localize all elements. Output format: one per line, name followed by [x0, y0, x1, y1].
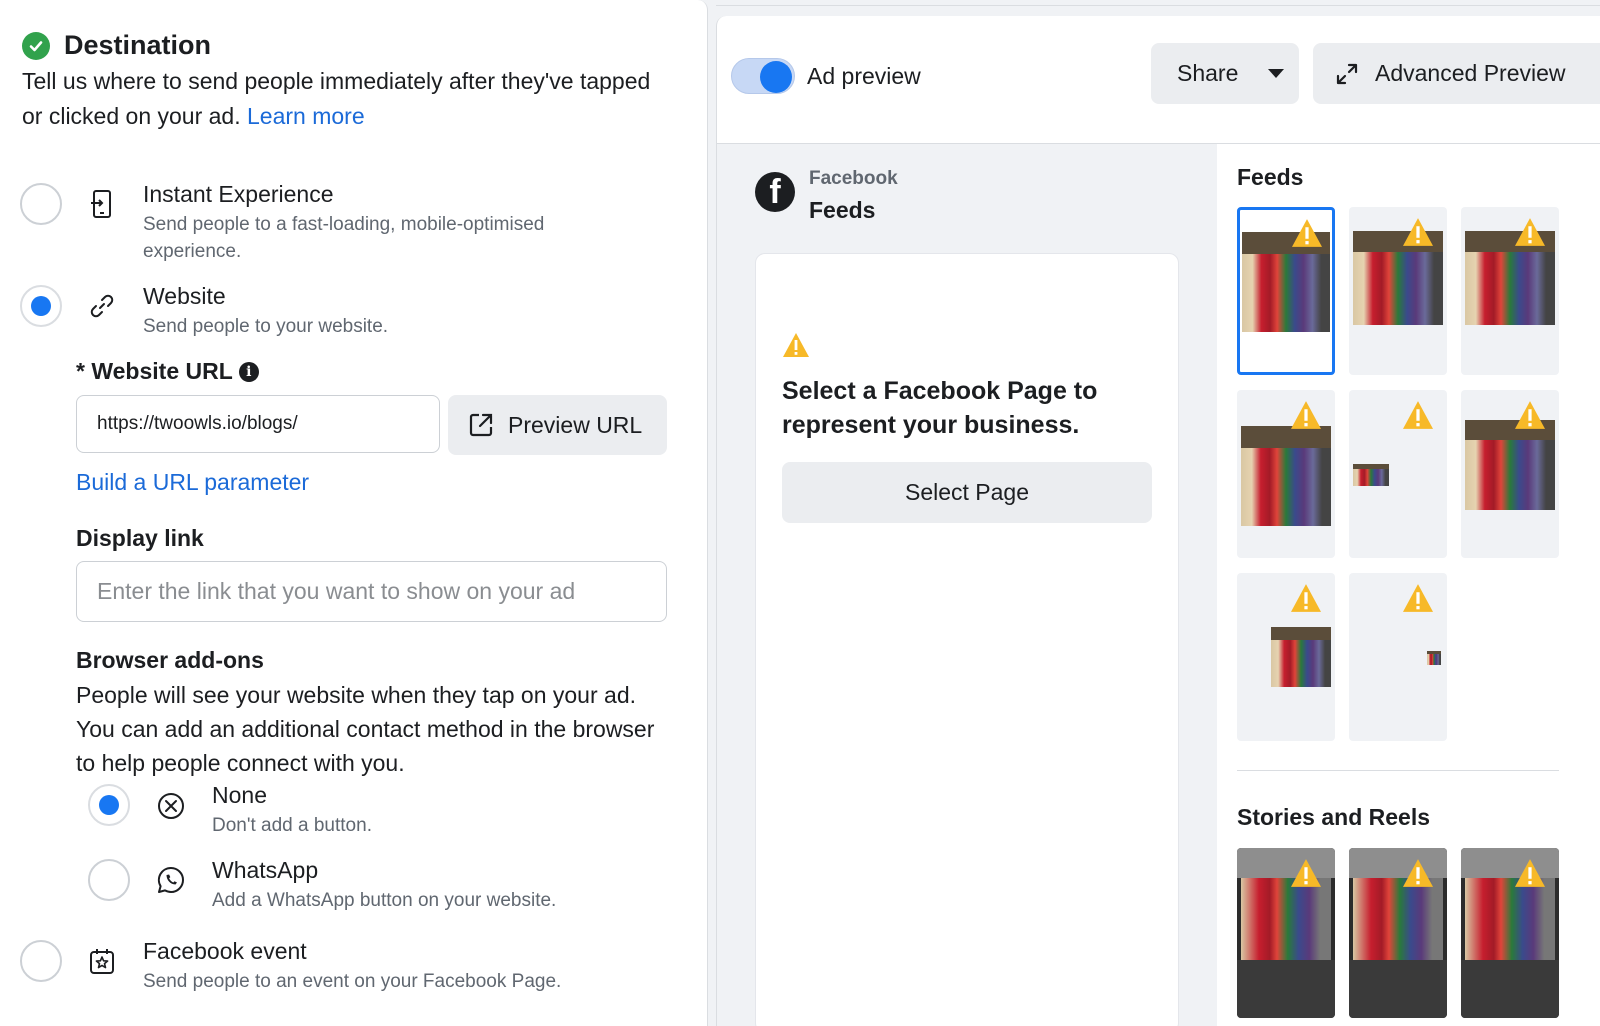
placement-thumbnail[interactable]	[1349, 390, 1447, 558]
warning-icon	[1515, 859, 1545, 887]
learn-more-link[interactable]: Learn more	[247, 103, 365, 129]
placement-thumbnail[interactable]	[1237, 207, 1335, 375]
placement-thumbnail[interactable]	[1461, 390, 1559, 558]
build-url-parameter-link[interactable]: Build a URL parameter	[76, 469, 309, 496]
website-title: Website	[143, 283, 226, 309]
caret-down-icon	[1268, 69, 1285, 78]
warning-icon	[1515, 218, 1545, 246]
instant-experience-title: Instant Experience	[143, 181, 334, 207]
placement-name: Feeds	[809, 197, 876, 223]
feeds-section-title: Feeds	[1237, 164, 1304, 190]
destination-header: Destination	[22, 30, 211, 61]
warning-icon	[1403, 401, 1433, 429]
browser-addons-label: Browser add-ons	[76, 647, 264, 673]
facebook-event-subtitle: Send people to an event on your Facebook…	[143, 971, 562, 992]
warning-icon	[1292, 219, 1322, 247]
warning-icon	[1291, 859, 1321, 887]
warning-icon	[1403, 218, 1433, 246]
ad-preview-panel: Ad preview Share Advanced Preview f Face…	[716, 16, 1600, 1026]
radio-website[interactable]	[20, 285, 62, 327]
section-divider	[1237, 770, 1559, 771]
expand-icon	[1336, 63, 1358, 84]
ad-preview-card: Select a Facebook Page to represent your…	[755, 253, 1179, 1026]
story-thumbnail[interactable]	[1349, 848, 1447, 1018]
external-link-icon	[469, 413, 493, 437]
toggle-knob	[760, 61, 792, 93]
website-subtitle: Send people to your website.	[143, 316, 389, 337]
warning-icon	[1403, 584, 1433, 612]
radio-instant-experience[interactable]	[20, 183, 62, 225]
facebook-logo-icon: f	[755, 172, 795, 212]
addon-none-title: None	[212, 782, 267, 808]
select-page-message: Select a Facebook Page to represent your…	[782, 377, 1098, 439]
ad-preview-toggle[interactable]	[731, 58, 795, 94]
radio-addon-whatsapp[interactable]	[88, 859, 130, 901]
info-icon[interactable]: i	[238, 362, 259, 382]
website-url-label: * Website URL i	[76, 358, 259, 385]
link-icon	[86, 290, 118, 322]
destination-title: Destination	[64, 30, 212, 60]
warning-icon	[1291, 401, 1321, 429]
warning-icon	[1403, 859, 1433, 887]
warning-icon	[1515, 401, 1545, 429]
placement-thumbnail[interactable]	[1237, 390, 1335, 558]
top-divider	[716, 5, 1600, 6]
advanced-preview-button[interactable]: Advanced Preview	[1313, 43, 1600, 104]
placement-thumbnail[interactable]	[1237, 573, 1335, 741]
story-thumbnail[interactable]	[1461, 848, 1559, 1018]
destination-description: Tell us where to send people immediately…	[22, 68, 651, 129]
placement-thumbnail[interactable]	[1461, 207, 1559, 375]
facebook-event-title: Facebook event	[143, 938, 307, 964]
preview-area: f Facebook Feeds Select a Facebook Page …	[717, 143, 1217, 1026]
ad-preview-label: Ad preview	[807, 63, 921, 89]
browser-addons-description: People will see your website when they t…	[76, 682, 655, 776]
placements-list: Feeds Stories and Reels	[1217, 143, 1600, 1026]
select-page-button[interactable]: Select Page	[782, 462, 1152, 523]
share-button[interactable]: Share	[1151, 43, 1299, 104]
addon-none-subtitle: Don't add a button.	[212, 815, 372, 836]
radio-addon-none[interactable]	[88, 784, 130, 826]
display-link-input[interactable]: Enter the link that you want to show on …	[76, 561, 667, 622]
destination-panel: Destination Tell us where to send people…	[0, 0, 708, 1026]
event-star-icon	[86, 945, 118, 977]
radio-facebook-event[interactable]	[20, 940, 62, 982]
check-circle-icon	[22, 31, 50, 60]
stories-section-title: Stories and Reels	[1237, 804, 1431, 830]
website-url-input[interactable]: https://twoowls.io/blogs/	[76, 395, 440, 453]
display-link-label: Display link	[76, 525, 204, 551]
warning-icon	[782, 332, 810, 363]
platform-name: Facebook	[809, 168, 898, 189]
whatsapp-icon	[155, 864, 187, 896]
addon-whatsapp-title: WhatsApp	[212, 857, 319, 883]
phone-icon	[86, 188, 118, 220]
close-circle-icon	[155, 790, 187, 822]
story-thumbnail[interactable]	[1237, 848, 1335, 1018]
placement-thumbnail[interactable]	[1349, 573, 1447, 741]
warning-icon	[1291, 584, 1321, 612]
preview-url-button[interactable]: Preview URL	[448, 395, 667, 455]
placement-thumbnail[interactable]	[1349, 207, 1447, 375]
addon-whatsapp-subtitle: Add a WhatsApp button on your website.	[212, 890, 557, 911]
instant-experience-subtitle: Send people to a fast-loading, mobile-op…	[143, 214, 545, 262]
